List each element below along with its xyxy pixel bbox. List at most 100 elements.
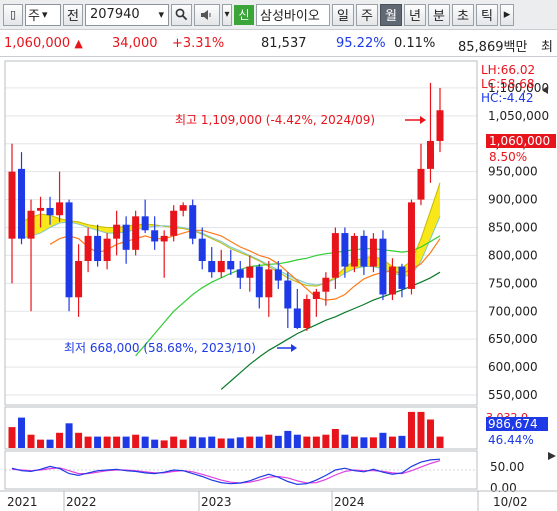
period-daily[interactable]: 일 xyxy=(332,3,354,26)
x-label-2023: 2023 xyxy=(201,495,232,509)
shin-badge[interactable]: 신 xyxy=(234,4,254,25)
candle-body xyxy=(217,261,225,273)
candle-body xyxy=(65,202,73,298)
candle-body xyxy=(274,269,282,281)
period-monthly[interactable]: 월 xyxy=(380,3,402,26)
x-label-2024: 2024 xyxy=(334,495,365,509)
quote-turnover: 0.11% xyxy=(394,36,436,51)
y-tick-label: 800,000 xyxy=(488,248,538,262)
x-label-2022: 2022 xyxy=(66,495,97,509)
candle-body xyxy=(94,235,102,261)
volume-bar xyxy=(160,440,168,448)
volume-bar xyxy=(369,437,377,448)
volume-bar xyxy=(103,436,111,448)
volume-bar xyxy=(18,417,26,448)
more-options-button[interactable]: ▸ xyxy=(500,3,514,26)
candle-body xyxy=(56,202,64,216)
period-minute[interactable]: 분 xyxy=(428,3,450,26)
volume-bar xyxy=(189,436,197,448)
chart-menu-icon[interactable]: ▯ xyxy=(3,3,23,26)
candle-body xyxy=(236,269,244,278)
candle-body xyxy=(198,238,206,261)
volume-bar xyxy=(75,432,83,448)
jeon-button[interactable]: 전 xyxy=(63,3,83,26)
candle-body xyxy=(341,233,349,267)
volume-bar xyxy=(360,437,368,448)
up-arrow-icon: ▲ xyxy=(74,37,83,50)
y-tick-label: 550,000 xyxy=(488,388,538,402)
candle-body xyxy=(379,238,387,295)
chevron-down-icon: ▾ xyxy=(158,8,164,21)
volume-tag-text: 986,674 xyxy=(488,417,538,431)
volume-bar xyxy=(27,434,35,448)
volume-bar xyxy=(322,434,330,448)
quote-price: 1,060,000 ▲ xyxy=(4,36,83,51)
market-select[interactable]: 주 ▾ xyxy=(25,3,61,26)
y-tick-label: 850,000 xyxy=(488,221,538,235)
volume-bar xyxy=(141,436,149,448)
y-tick-label: 1,050,000 xyxy=(488,109,549,123)
candle-body xyxy=(46,207,54,216)
volume-bar xyxy=(56,432,64,448)
candle-body xyxy=(246,266,254,278)
y-tick-label: 750,000 xyxy=(488,276,538,290)
x-label-1002: 10/02 xyxy=(493,495,528,509)
y-tick-label: 950,000 xyxy=(488,165,538,179)
volume-bar xyxy=(132,434,140,448)
candle-body xyxy=(141,216,149,231)
candle-body xyxy=(18,168,26,239)
candle-body xyxy=(27,210,35,239)
stoch-tick-50: 50.00 xyxy=(490,460,524,474)
toolbar: ▯ 주 ▾ 전 207940 ▾ ▾ 신 삼성바이오 일 주 월 년 분 초 틱… xyxy=(0,0,557,30)
stock-chart[interactable]: 1,100,0001,050,0001,000,000950,000900,00… xyxy=(0,58,557,511)
volume-bar xyxy=(379,432,387,448)
volume-bar xyxy=(179,439,187,448)
volume-bar xyxy=(350,436,358,448)
volume-bar xyxy=(436,436,444,448)
y-tick-label: 600,000 xyxy=(488,360,538,374)
volume-bar xyxy=(46,439,54,448)
volume-bar xyxy=(65,423,73,448)
period-second[interactable]: 초 xyxy=(452,3,474,26)
volume-bar xyxy=(293,434,301,448)
candle-body xyxy=(293,308,301,328)
volume-bar xyxy=(426,419,434,448)
quote-volume-ratio: 95.22% xyxy=(336,36,386,51)
candle-body xyxy=(132,216,140,250)
stoch-tick-0: 0.00 xyxy=(490,481,517,495)
volume-bar xyxy=(398,435,406,448)
volume-bar xyxy=(417,411,425,448)
volume-bar xyxy=(274,435,282,448)
chevron-down-icon: ▾ xyxy=(41,8,48,21)
stock-code-input[interactable]: 207940 ▾ xyxy=(85,3,169,26)
volume-bar xyxy=(312,436,320,448)
period-weekly[interactable]: 주 xyxy=(356,3,378,26)
y-tick-label: 650,000 xyxy=(488,332,538,346)
chevron-down-icon[interactable]: ▾ xyxy=(222,3,232,26)
stock-name: 삼성바이오 xyxy=(256,3,330,26)
candle-body xyxy=(37,207,45,211)
volume-bar xyxy=(208,436,216,448)
volume-bar xyxy=(217,438,225,448)
volume-bar xyxy=(94,436,102,448)
quote-change-pct: +3.31% xyxy=(172,36,225,51)
candle-body xyxy=(227,261,235,270)
candle-body xyxy=(350,235,358,267)
period-tick[interactable]: 틱 xyxy=(476,3,498,26)
market-label: 주 xyxy=(28,9,40,24)
candle-body xyxy=(407,202,415,289)
candle-body xyxy=(284,280,292,309)
stock-code-value: 207940 xyxy=(90,7,140,22)
speaker-icon[interactable] xyxy=(194,3,220,26)
candle-body xyxy=(369,238,377,267)
legend-lh: LH:66.02 xyxy=(481,63,535,77)
volume-bar xyxy=(198,437,206,448)
quote-trade-value: 85,869백만 xyxy=(458,40,528,55)
volume-bar xyxy=(284,430,292,448)
volume-bar xyxy=(265,434,273,448)
volume-bar xyxy=(37,439,45,448)
search-icon[interactable] xyxy=(171,3,192,26)
candle-body xyxy=(160,235,168,242)
period-yearly[interactable]: 년 xyxy=(404,3,426,26)
candle-body xyxy=(189,205,197,239)
